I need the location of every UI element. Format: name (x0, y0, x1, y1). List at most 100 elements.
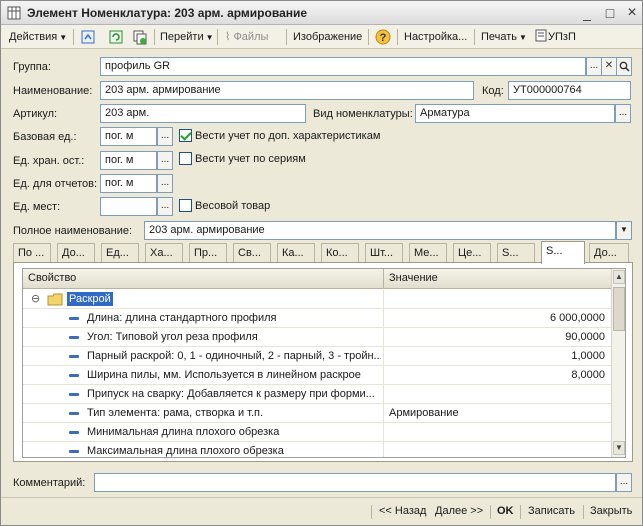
code-field[interactable]: УТ000000764 (508, 81, 631, 100)
property-value[interactable]: 6 000,0000 (389, 312, 605, 324)
ok-button[interactable]: OK (497, 505, 514, 517)
files-button[interactable]: ⌇ Файлы (223, 28, 270, 46)
refresh-icon[interactable] (108, 29, 124, 45)
search-icon[interactable] (616, 57, 632, 76)
tab-11[interactable]: Це... (453, 243, 491, 263)
places-unit-select-button[interactable]: ... (157, 197, 173, 216)
tree-up-icon[interactable] (80, 29, 96, 45)
storage-unit-field[interactable]: пог. м (100, 151, 157, 170)
toolbar-separator (217, 29, 218, 45)
property-name: Ширина пилы, мм. Используется в линейном… (87, 369, 361, 381)
group-field[interactable]: профиль GR (100, 57, 586, 76)
tab-panel: Свойство Значение ⊖ Раскрой Длина: длина… (13, 262, 633, 462)
grid-scrollbar[interactable]: ▲ ▼ (611, 269, 625, 457)
comment-field[interactable] (94, 473, 616, 492)
toolbar-separator (73, 29, 74, 45)
table-row[interactable]: Максимальная длина плохого обрезка (23, 442, 611, 457)
tab-1[interactable]: По ... (13, 243, 51, 263)
base-unit-field[interactable]: пог. м (100, 127, 157, 146)
tab-6[interactable]: Св... (233, 243, 271, 263)
report-unit-field[interactable]: пог. м (100, 174, 157, 193)
tab-strip: По ... До... Ед... Ха... Пр... Св... Ка.… (13, 241, 633, 264)
row-divider (383, 385, 384, 404)
kind-select-button[interactable]: ... (615, 104, 631, 123)
property-name: Минимальная длина плохого обрезка (87, 426, 280, 438)
track-series-checkbox[interactable] (179, 152, 192, 165)
name-field[interactable]: 203 арм. армирование (100, 81, 474, 100)
tab-3[interactable]: Ед... (101, 243, 139, 263)
article-field[interactable]: 203 арм. (100, 104, 306, 123)
toolbar-separator (474, 29, 475, 45)
collapse-icon[interactable]: ⊖ (31, 292, 40, 305)
tab-5[interactable]: Пр... (189, 243, 227, 263)
image-button[interactable]: Изображение (291, 28, 364, 46)
property-icon (69, 412, 79, 415)
property-value[interactable]: Армирование (389, 407, 605, 419)
scroll-up-icon[interactable]: ▲ (613, 270, 625, 284)
print-menu[interactable]: Печать ▼ (479, 28, 529, 46)
report-unit-select-button[interactable]: ... (157, 174, 173, 193)
copy-icon[interactable] (132, 29, 148, 45)
tab-10[interactable]: Ме... (409, 243, 447, 263)
tab-4[interactable]: Ха... (145, 243, 183, 263)
places-unit-field[interactable] (100, 197, 157, 216)
comment-select-button[interactable]: ... (616, 473, 632, 492)
back-button[interactable]: << Назад (379, 505, 426, 517)
report-unit-label: Ед. для отчетов: (13, 178, 98, 190)
tab-9[interactable]: Шт... (365, 243, 403, 263)
toolbar-separator (286, 29, 287, 45)
next-button[interactable]: Далее >> (435, 505, 483, 517)
scroll-down-icon[interactable]: ▼ (613, 441, 625, 455)
track-series-label: Вести учет по сериям (195, 153, 306, 165)
document-icon (535, 29, 547, 42)
property-icon (69, 431, 79, 434)
property-value[interactable]: 90,0000 (389, 331, 605, 343)
maximize-button[interactable]: □ (600, 3, 620, 23)
tab-8[interactable]: Ко... (321, 243, 359, 263)
bottom-bar: << Назад Далее >> OK Записать Закрыть (1, 497, 642, 525)
table-row[interactable]: Парный раскрой: 0, 1 - одиночный, 2 - па… (23, 347, 611, 366)
tab-2[interactable]: До... (57, 243, 95, 263)
weight-product-checkbox[interactable] (179, 199, 192, 212)
help-icon[interactable]: ? (375, 29, 391, 45)
grid-header: Свойство Значение (23, 269, 611, 289)
full-name-field[interactable]: 203 арм. армирование (144, 221, 616, 240)
go-menu[interactable]: Перейти ▼ (158, 28, 216, 46)
table-row[interactable]: Угол: Типовой угол реза профиля 90,0000 (23, 328, 611, 347)
table-row[interactable]: Длина: длина стандартного профиля 6 000,… (23, 309, 611, 328)
group-row[interactable]: ⊖ Раскрой (23, 290, 611, 309)
actions-menu[interactable]: Действия ▼ (7, 28, 69, 46)
track-characteristics-checkbox[interactable] (179, 129, 192, 142)
table-row[interactable]: Минимальная длина плохого обрезка (23, 423, 611, 442)
value-column-header[interactable]: Значение (389, 272, 438, 284)
settings-button[interactable]: Настройка... (402, 28, 469, 46)
table-row[interactable]: Тип элемента: рама, створка и т.п. Армир… (23, 404, 611, 423)
tab-12[interactable]: S... (497, 243, 535, 263)
kind-field[interactable]: Арматура (415, 104, 615, 123)
row-divider (383, 290, 384, 309)
table-row[interactable]: Ширина пилы, мм. Используется в линейном… (23, 366, 611, 385)
close-window-button[interactable]: × (622, 3, 642, 23)
property-value[interactable]: 8,0000 (389, 369, 605, 381)
property-column-header[interactable]: Свойство (28, 272, 76, 284)
bottom-separator (520, 505, 521, 519)
property-value[interactable]: 1,0000 (389, 350, 605, 362)
table-row[interactable]: Припуск на сварку: Добавляется к размеру… (23, 385, 611, 404)
scroll-thumb[interactable] (613, 287, 625, 331)
clear-icon[interactable]: ✕ (601, 57, 617, 76)
property-name: Угол: Типовой угол реза профиля (87, 331, 258, 343)
base-unit-select-button[interactable]: ... (157, 127, 173, 146)
tab-13-active[interactable]: S... (541, 241, 585, 264)
full-name-dropdown-button[interactable]: ▼ (616, 221, 632, 240)
tab-14[interactable]: До... (589, 243, 629, 263)
tab-7[interactable]: Ка... (277, 243, 315, 263)
group-label: Группа: (13, 61, 51, 73)
upzp-button[interactable]: УПзП (532, 28, 578, 46)
close-button[interactable]: Закрыть (590, 505, 632, 517)
storage-unit-select-button[interactable]: ... (157, 151, 173, 170)
group-select-button[interactable]: ... (586, 57, 602, 76)
save-button[interactable]: Записать (528, 505, 575, 517)
minimize-button[interactable]: _ (577, 3, 597, 23)
column-divider[interactable] (383, 269, 384, 289)
group-row-label: Раскрой (67, 292, 113, 306)
